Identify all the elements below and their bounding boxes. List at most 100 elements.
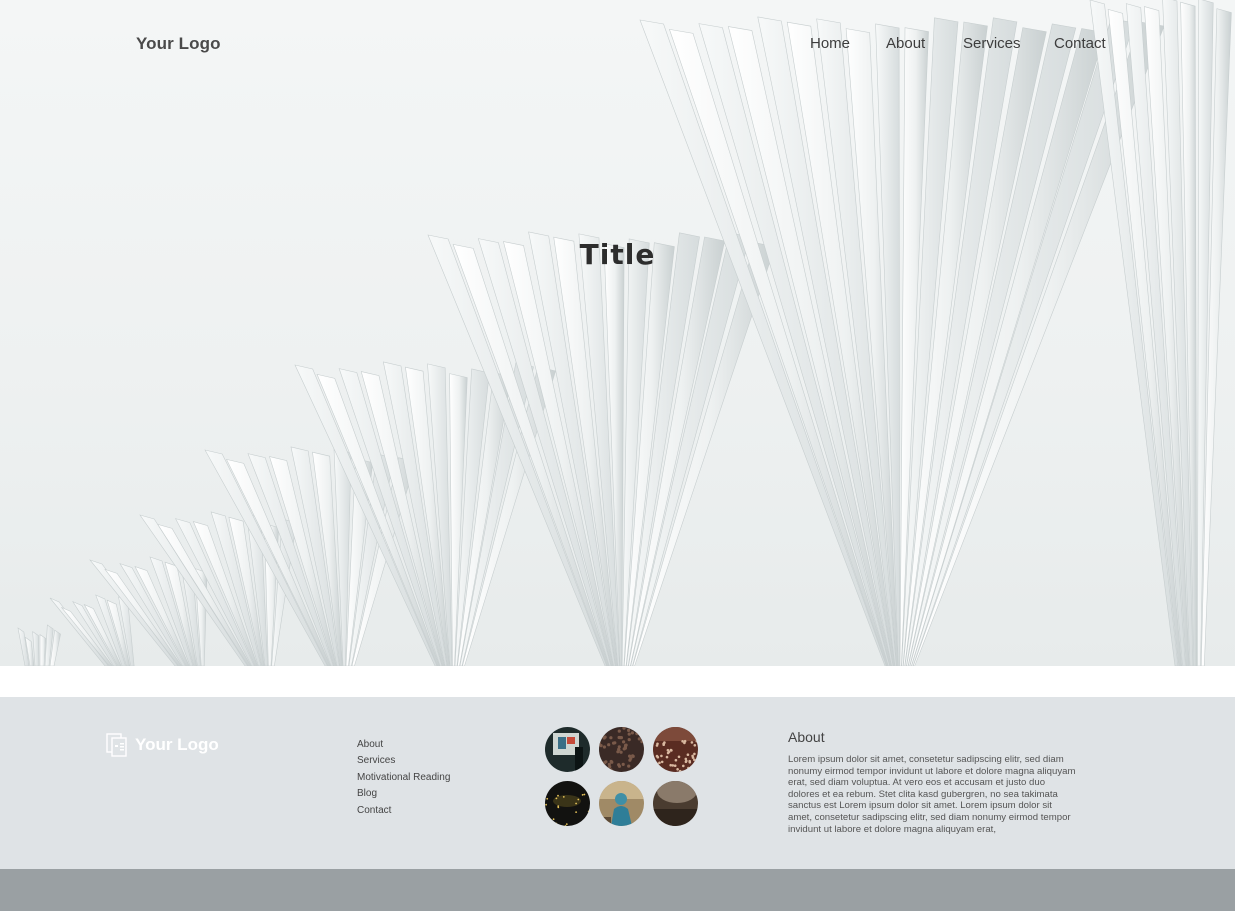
footer-about-heading: About	[788, 729, 825, 745]
bottom-bar	[0, 869, 1235, 911]
photo-detail	[603, 761, 607, 765]
photo-detail	[686, 753, 690, 756]
footer-about: About Lorem ipsum dolor sit amet, conset…	[788, 729, 1078, 835]
photo-detail	[555, 797, 558, 800]
photo-detail	[640, 740, 644, 744]
photo-detail	[657, 767, 660, 770]
photo-detail	[665, 755, 669, 759]
footer-logo-text: Your Logo	[135, 735, 219, 754]
footer-link-blog[interactable]: Blog	[357, 788, 450, 804]
footer-link-contact[interactable]: Contact	[357, 805, 450, 821]
photo-detail	[656, 755, 660, 759]
photo-detail	[621, 762, 625, 766]
footer-links: About Services Motivational Reading Blog…	[357, 739, 450, 821]
auditorium-photo[interactable]	[653, 781, 698, 826]
photo-detail	[617, 745, 621, 749]
photo-detail	[600, 764, 605, 769]
photo-detail	[589, 811, 590, 813]
presentation-photo[interactable]	[545, 727, 590, 772]
speaker-photo[interactable]	[599, 781, 644, 826]
photo-detail	[612, 741, 616, 745]
main-nav: Home About Services Contact	[0, 35, 1235, 55]
photo-detail	[627, 738, 631, 742]
photo-detail	[552, 818, 555, 821]
photo-detail	[557, 794, 559, 797]
photo-detail	[601, 767, 605, 771]
photo-detail	[693, 744, 697, 747]
photo-detail	[575, 811, 577, 813]
photo-detail	[577, 798, 580, 801]
photo-detail	[673, 764, 677, 767]
footer-link-about[interactable]: About	[357, 739, 450, 755]
photo-detail	[607, 762, 611, 766]
footer-logo[interactable]: Your Logo	[106, 733, 219, 757]
photo-detail	[676, 768, 679, 771]
photo-detail	[617, 764, 622, 768]
photo-detail	[603, 735, 607, 739]
nav-about[interactable]: About	[886, 35, 925, 52]
photo-detail	[562, 796, 565, 798]
photo-detail	[617, 729, 621, 733]
photo-detail	[674, 758, 678, 762]
photo-detail	[687, 766, 690, 770]
photo-detail	[677, 755, 681, 759]
photo-detail	[660, 754, 663, 758]
photo-detail	[587, 810, 590, 813]
photo-detail	[671, 764, 675, 767]
photo-detail	[565, 823, 568, 825]
photo-detail	[575, 802, 577, 805]
crowd-photo[interactable]	[599, 727, 644, 772]
photo-detail	[667, 750, 671, 754]
photo-detail	[627, 732, 631, 736]
photo-detail	[623, 746, 627, 750]
photo-detail	[639, 769, 643, 772]
site-footer: Your Logo About Services Motivational Re…	[0, 697, 1235, 869]
photo-detail	[583, 793, 586, 796]
audience-photo[interactable]	[653, 727, 698, 772]
photo-detail	[640, 733, 644, 738]
photo-detail	[627, 728, 631, 732]
nav-contact[interactable]: Contact	[1054, 35, 1106, 52]
photo-detail	[545, 803, 547, 806]
photo-detail	[605, 727, 609, 731]
photo-detail	[629, 756, 633, 760]
nav-services[interactable]: Services	[963, 35, 1021, 52]
footer-link-services[interactable]: Services	[357, 755, 450, 771]
footer-link-motivational-reading[interactable]: Motivational Reading	[357, 772, 450, 788]
photo-detail	[581, 794, 584, 796]
photo-detail	[609, 736, 613, 740]
photo-detail	[605, 769, 609, 772]
photo-detail	[639, 764, 643, 768]
hero-title: Title	[579, 238, 656, 271]
nav-home[interactable]: Home	[810, 35, 850, 52]
photo-detail	[622, 740, 626, 744]
photo-detail	[602, 745, 606, 749]
photo-detail	[627, 764, 631, 768]
photo-detail	[618, 736, 622, 740]
photo-detail	[601, 727, 605, 730]
photo-detail	[683, 739, 687, 743]
concert-photo[interactable]	[545, 781, 590, 826]
photo-detail	[637, 737, 641, 741]
photo-detail	[688, 759, 691, 763]
photo-detail	[555, 822, 558, 825]
photo-detail	[691, 754, 694, 758]
photo-detail	[636, 769, 640, 772]
photo-detail	[692, 767, 696, 770]
footer-about-text: Lorem ipsum dolor sit amet, consetetur s…	[788, 754, 1076, 835]
photo-detail	[656, 742, 659, 746]
photo-detail	[681, 740, 684, 743]
hero-section: Your Logo Home About Services Contact Ti…	[0, 0, 1235, 666]
photo-detail	[601, 770, 605, 772]
footer-gallery	[545, 727, 705, 827]
photo-detail	[605, 727, 609, 731]
photo-detail	[682, 764, 685, 768]
photo-detail	[546, 797, 549, 800]
photo-detail	[690, 741, 694, 744]
photo-detail	[609, 759, 613, 764]
photo-detail	[631, 754, 635, 758]
photo-detail	[662, 743, 665, 746]
photo-detail	[630, 731, 634, 735]
photo-detail	[635, 732, 639, 736]
photo-detail	[619, 750, 623, 754]
